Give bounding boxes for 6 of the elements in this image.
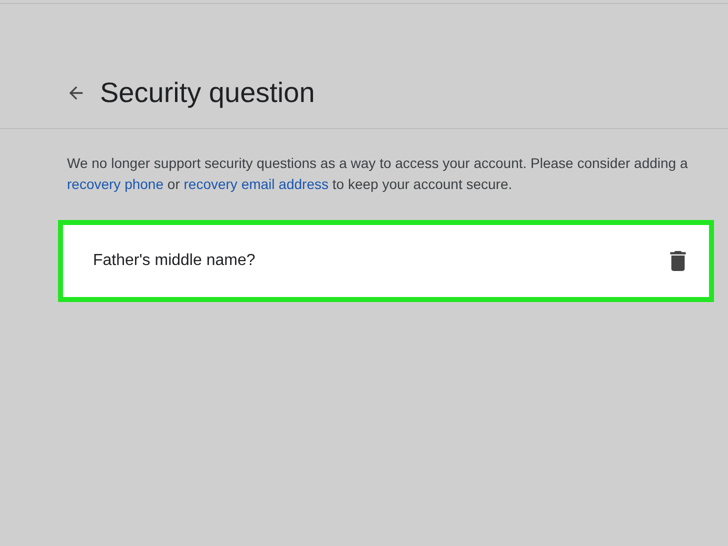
trash-icon[interactable] [669,251,687,271]
security-question: Father's middle name? [93,251,256,271]
notice-text: We no longer support security questions as a way to access your account. Please consider adding a recovery phone or recovery email address to keep your account secure. [66,154,689,194]
link[interactable]: recovery phone [67,176,164,192]
link[interactable]: recovery email address [184,176,328,192]
page-title: Security question [100,76,315,110]
